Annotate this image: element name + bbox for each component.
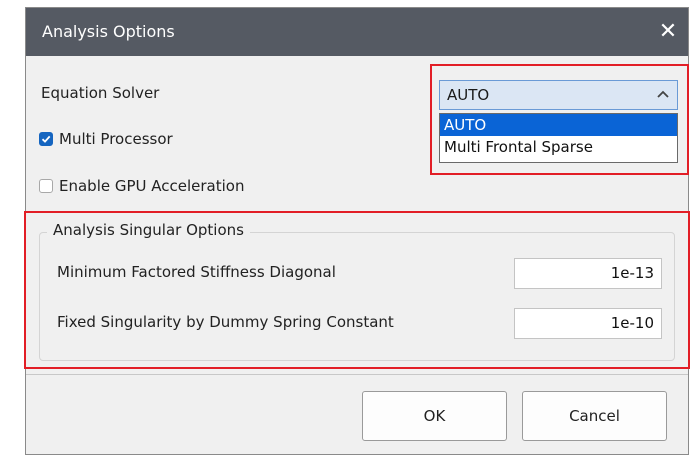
dialog-title: Analysis Options (42, 22, 175, 41)
gpu-acceleration-label: Enable GPU Acceleration (59, 177, 245, 195)
cancel-button[interactable]: Cancel (522, 391, 667, 441)
close-icon[interactable]: ✕ (654, 18, 682, 46)
gpu-acceleration-checkbox[interactable] (39, 179, 53, 193)
checkmark-icon (41, 135, 51, 143)
multi-processor-checkbox[interactable] (39, 132, 53, 146)
analysis-singular-options-group (39, 232, 675, 361)
analysis-singular-options-legend: Analysis Singular Options (47, 221, 250, 239)
multi-processor-label: Multi Processor (59, 130, 173, 148)
analysis-options-dialog: Analysis Options ✕ Equation Solver AUTO … (24, 7, 690, 455)
dummy-spring-constant-label: Fixed Singularity by Dummy Spring Consta… (57, 313, 394, 331)
equation-solver-label: Equation Solver (41, 84, 160, 102)
equation-solver-dropdown-list: AUTO Multi Frontal Sparse (439, 113, 678, 163)
footer-separator (26, 374, 688, 375)
equation-solver-value: AUTO (447, 86, 490, 104)
dummy-spring-constant-input[interactable]: 1e-10 (514, 308, 662, 339)
dropdown-option-multi-frontal-sparse[interactable]: Multi Frontal Sparse (440, 136, 677, 158)
equation-solver-select[interactable]: AUTO (439, 80, 678, 110)
ok-button[interactable]: OK (362, 391, 507, 441)
title-bar: Analysis Options ✕ (26, 8, 688, 56)
dropdown-option-auto[interactable]: AUTO (440, 114, 677, 136)
chevron-up-icon (657, 90, 669, 98)
min-factored-stiffness-label: Minimum Factored Stiffness Diagonal (57, 263, 336, 281)
min-factored-stiffness-input[interactable]: 1e-13 (514, 258, 662, 289)
